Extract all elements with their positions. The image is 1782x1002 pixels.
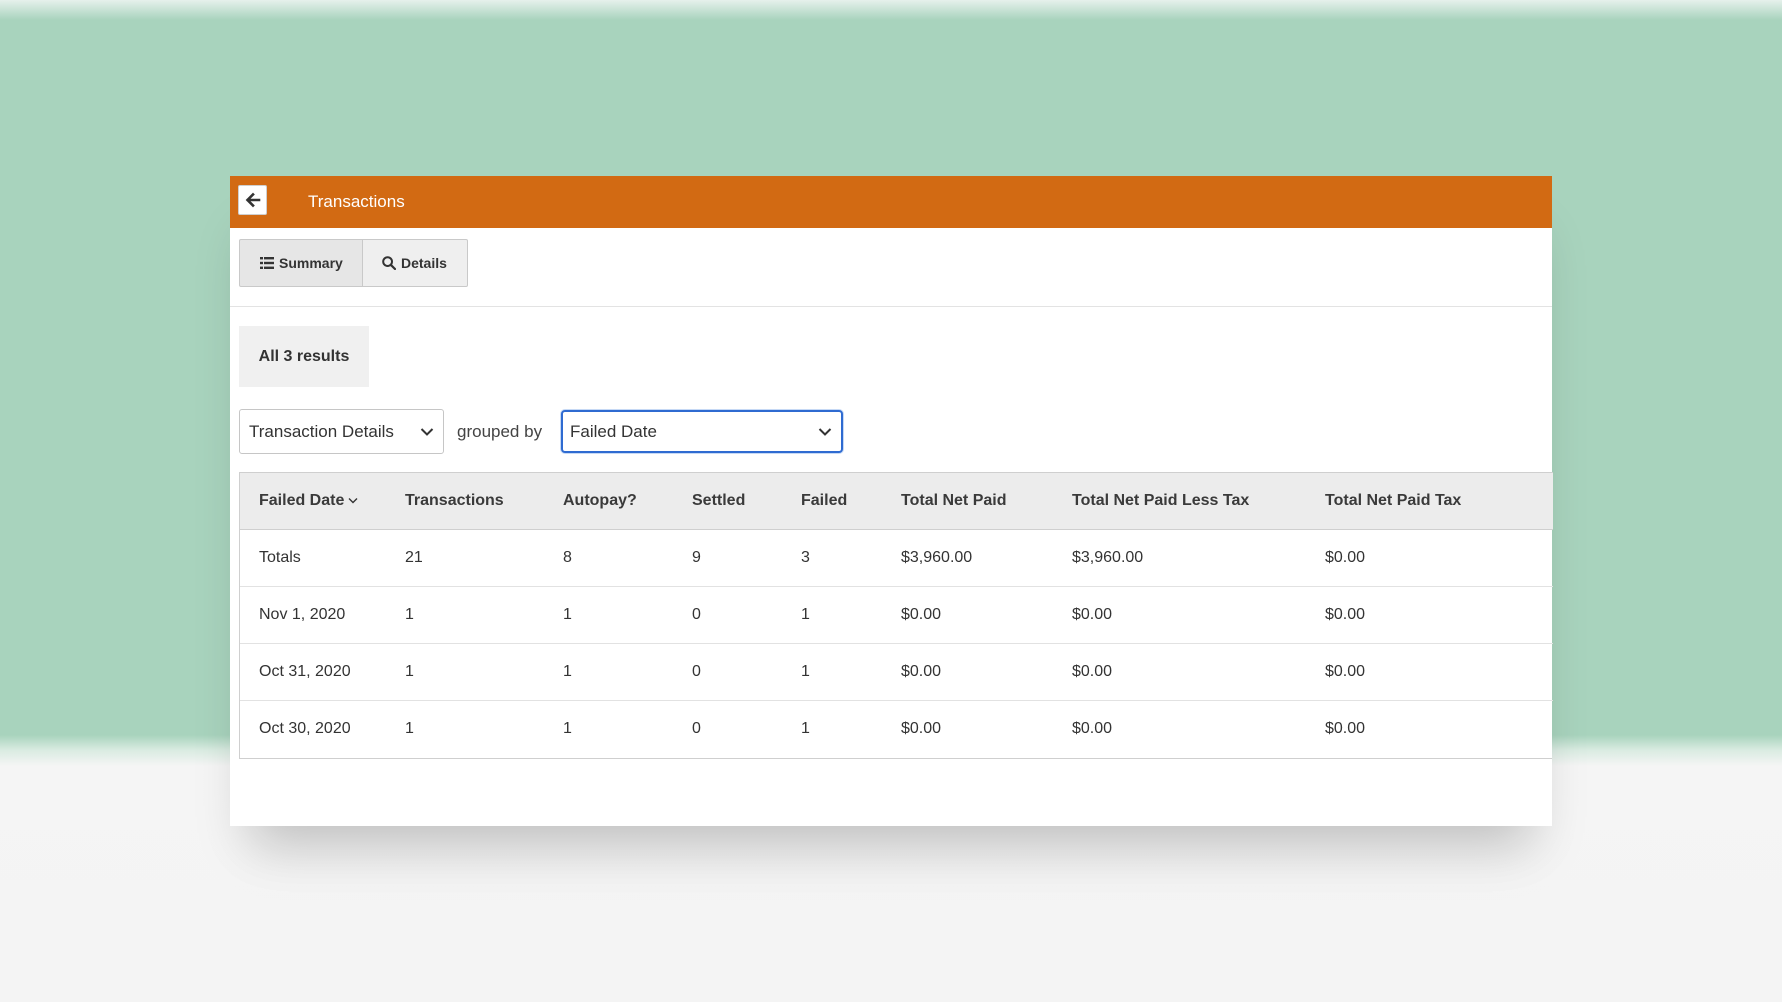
column-header-transactions[interactable]: Transactions <box>405 473 563 530</box>
table-cell: 0 <box>692 720 701 738</box>
page-title: Transactions <box>308 192 405 211</box>
table-cell: 1 <box>405 606 414 623</box>
results-count: All 3 results <box>239 326 369 387</box>
list-icon <box>260 257 274 269</box>
table-cell: Totals <box>259 549 301 566</box>
column-header-settled[interactable]: Settled <box>692 473 801 530</box>
table-cell: 1 <box>563 663 572 680</box>
table-cell: $0.00 <box>1325 606 1366 623</box>
table-cell: 1 <box>405 720 414 738</box>
table-cell: Oct 30, 2020 <box>259 720 351 738</box>
table-cell: $0.00 <box>901 720 942 738</box>
tab-summary[interactable]: Summary <box>239 239 363 287</box>
group-by-select-value: Failed Date <box>570 421 657 441</box>
column-header-total-net-paid-less-tax[interactable]: Total Net Paid Less Tax <box>1072 473 1325 530</box>
table-cell: 1 <box>801 663 810 680</box>
view-tabs: Summary Details <box>239 239 468 287</box>
back-button[interactable] <box>238 185 267 215</box>
table-cell: 0 <box>692 663 701 680</box>
table-cell: 1 <box>405 663 414 680</box>
group-by-select[interactable]: Failed Date <box>561 410 843 453</box>
table-row: Oct 30, 2020 1 1 0 1 $0.00 $0.00 $0.00 <box>240 701 1553 758</box>
table-cell: $0.00 <box>1325 549 1366 566</box>
tab-details[interactable]: Details <box>363 239 468 287</box>
table-cell: $0.00 <box>1072 606 1113 623</box>
table-cell: $3,960.00 <box>901 549 973 566</box>
report-select[interactable]: Transaction Details <box>239 409 444 454</box>
table-cell: 8 <box>563 549 572 566</box>
chevron-down-icon <box>348 498 358 504</box>
grouped-by-label: grouped by <box>457 422 543 441</box>
report-select-value: Transaction Details <box>249 421 394 441</box>
table-cell: 1 <box>563 720 572 738</box>
table-cell: 1 <box>801 606 810 623</box>
tab-summary-label: Summary <box>279 255 343 271</box>
table-cell: $0.00 <box>1072 663 1113 680</box>
summary-table: Failed Date Transactions Autopay? Settle… <box>239 472 1553 759</box>
table-cell: $0.00 <box>1325 663 1366 680</box>
table-row: Nov 1, 2020 1 1 0 1 $0.00 $0.00 $0.00 <box>240 587 1553 644</box>
table-header-row: Failed Date Transactions Autopay? Settle… <box>240 472 1553 530</box>
search-icon <box>382 256 396 270</box>
column-header-failed-date[interactable]: Failed Date <box>240 473 405 530</box>
table-cell: $0.00 <box>1325 720 1366 738</box>
divider <box>230 306 1552 307</box>
column-header-total-net-paid[interactable]: Total Net Paid <box>901 473 1072 530</box>
table-row: Oct 31, 2020 1 1 0 1 $0.00 $0.00 $0.00 <box>240 644 1553 701</box>
table-cell: $0.00 <box>1072 720 1113 738</box>
arrow-left-icon <box>245 192 261 208</box>
table-cell: 21 <box>405 549 423 566</box>
table-cell: Nov 1, 2020 <box>259 606 346 623</box>
table-cell: 3 <box>801 549 810 566</box>
table-cell: 1 <box>801 720 810 738</box>
table-cell: 0 <box>692 606 701 623</box>
table-row-totals: Totals 21 8 9 3 $3,960.00 $3,960.00 $0.0… <box>240 530 1553 587</box>
column-header-failed[interactable]: Failed <box>801 473 901 530</box>
table-cell: $0.00 <box>901 606 942 623</box>
column-header-autopay[interactable]: Autopay? <box>563 473 692 530</box>
header-bar: Transactions <box>230 176 1552 228</box>
table-cell: 1 <box>563 606 572 623</box>
table-cell: 9 <box>692 549 701 566</box>
table-cell: $3,960.00 <box>1072 549 1144 566</box>
table-cell: Oct 31, 2020 <box>259 663 351 680</box>
chevron-down-icon <box>818 427 832 436</box>
column-header-total-net-paid-tax[interactable]: Total Net Paid Tax <box>1325 473 1553 530</box>
table-cell: $0.00 <box>901 663 942 680</box>
transactions-panel: Transactions Summary Details All 3 resul… <box>230 176 1553 826</box>
chevron-down-icon <box>420 427 434 436</box>
tab-details-label: Details <box>401 255 447 271</box>
